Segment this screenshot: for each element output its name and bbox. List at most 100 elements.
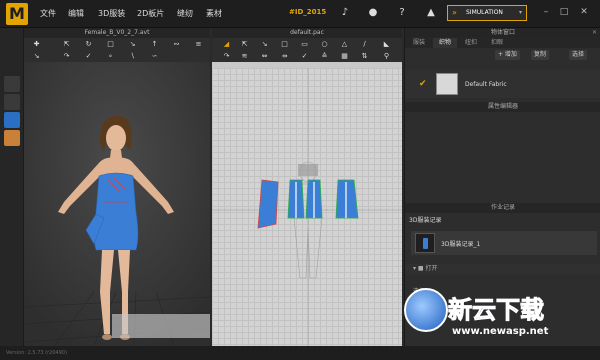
property-editor-header: 属性编辑器 [405, 102, 600, 112]
check-sew-icon[interactable]: ✓ [300, 52, 309, 60]
curve-point-icon[interactable]: ↘ [260, 40, 269, 48]
polygon-icon[interactable]: □ [280, 40, 289, 48]
select-icon[interactable]: ⇱ [62, 40, 71, 48]
2d-toolbar-row-2: ↷ ≋ ⇔ ⇸ ✓ ≙ ▦ ⇅ ⚲ [212, 50, 402, 62]
avatar-head [106, 125, 126, 151]
user-icon[interactable]: ● [366, 6, 380, 20]
pleat-icon[interactable]: ≙ [320, 52, 329, 60]
status-bar: Version: 2.5.73 (r20490) [0, 346, 600, 360]
history-header: 作业记录 [405, 203, 600, 213]
fold-icon[interactable]: ↘ [32, 52, 41, 60]
free-sew-icon[interactable]: ⇸ [280, 52, 289, 60]
transform-icon[interactable]: ◢ [222, 40, 231, 48]
3d-scene [24, 62, 210, 346]
fabric-toolbar: + 增加 复制 选择 [405, 48, 600, 62]
speaker-icon[interactable]: ♪ [338, 6, 352, 20]
shirt-icon[interactable]: ▲ [424, 6, 438, 20]
app-logo: M [6, 3, 28, 25]
history-item[interactable]: 3D服装记录_1 [411, 231, 597, 255]
dart-icon[interactable]: △ [340, 40, 349, 48]
fabric-list-item[interactable]: ✔ Default Fabric [405, 70, 600, 98]
tab-buttonhole[interactable]: 扣眼 [485, 38, 509, 48]
rectangle-icon[interactable]: ▭ [300, 40, 309, 48]
tack-icon[interactable]: ↑ [150, 40, 159, 48]
avatar-tool[interactable] [4, 76, 20, 92]
garment-tool[interactable] [4, 94, 20, 110]
checkmark-icon: ✔ [419, 79, 427, 89]
move-icon[interactable]: ✚ [32, 40, 41, 48]
tree-item-open[interactable]: 打开 [426, 265, 438, 272]
maximize-icon[interactable]: □ [558, 6, 570, 18]
circle-icon[interactable]: ○ [320, 40, 329, 48]
seam-icon[interactable]: ↷ [222, 52, 231, 60]
fabric-name: Default Fabric [465, 81, 507, 88]
menu-edit[interactable]: 编辑 [68, 8, 84, 19]
internal-line-icon[interactable]: ∕ [360, 40, 369, 48]
menu-3d-garment[interactable]: 3D服装 [98, 8, 125, 19]
2d-pattern-window[interactable]: default.pac ◢ ⇱ ↘ □ ▭ ○ △ ∕ ◣ ↷ ≋ ⇔ ⇸ ✓ … [212, 28, 402, 346]
tab-fabric[interactable]: 织物 [433, 38, 458, 48]
shape-icon[interactable]: ◣ [382, 40, 391, 48]
3d-viewport[interactable]: Female_B_V0_2_7.avt ✚ ⇱ ↻ □ ↘ ↑ ∾ ≡ ↘ ↷ … [24, 28, 210, 346]
history-title: 作业记录 [490, 204, 515, 211]
add-fabric-button[interactable]: + 增加 [495, 50, 520, 60]
menu-2d-pattern[interactable]: 2D板片 [137, 8, 164, 19]
edit-point-icon[interactable]: ⇱ [240, 40, 249, 48]
avatar-dress [93, 172, 139, 251]
folder-icon: ▾ ■ [413, 265, 424, 272]
menu-file[interactable]: 文件 [40, 8, 56, 19]
trim-icon[interactable]: ∽ [150, 52, 159, 60]
object-window-header: 物体窗口 ✕ [405, 28, 600, 37]
avatar-face-tool[interactable] [4, 130, 20, 146]
pattern-piece-1 [257, 179, 279, 229]
3d-viewport-title: Female_B_V0_2_7.avt [24, 28, 210, 38]
pin-icon[interactable]: ↘ [128, 40, 137, 48]
watermark-url: www.newasp.net [452, 326, 549, 337]
tab-button[interactable]: 纽扣 [459, 38, 483, 48]
simulation-button[interactable]: » SIMULATION ▾ [447, 5, 527, 21]
simulation-label: SIMULATION [466, 9, 503, 16]
arrange-icon[interactable]: ↷ [62, 52, 71, 60]
texture-icon[interactable]: ▦ [340, 52, 349, 60]
property-editor-title: 属性编辑器 [487, 103, 518, 110]
tab-garment[interactable]: 服装 [407, 38, 431, 48]
id-label: #ID_2015 [289, 8, 327, 16]
brush-icon[interactable]: ✓ [84, 52, 93, 60]
close-icon[interactable]: ✕ [578, 6, 590, 18]
pattern-grid[interactable] [212, 68, 402, 346]
fabric-tool[interactable] [4, 112, 20, 128]
history-subtitle: 3D服装记录 [409, 217, 442, 224]
3d-toolbar-row-2: ↘ ↷ ✓ ∘ ∖ ∽ [24, 50, 210, 62]
rotate-icon[interactable]: ↻ [84, 40, 93, 48]
measure-icon[interactable]: ≡ [194, 40, 203, 48]
fabric-swatch [436, 73, 458, 95]
grain-icon[interactable]: ⇅ [360, 52, 369, 60]
line-icon[interactable]: ∖ [128, 52, 137, 60]
2d-toolbar-row-1: ◢ ⇱ ↘ □ ▭ ○ △ ∕ ◣ [212, 38, 402, 50]
select-fabric-button[interactable]: 选择 [569, 50, 588, 60]
history-item-label: 3D服装记录_1 [441, 241, 481, 248]
history-thumbnail [415, 233, 435, 253]
copy-fabric-button[interactable]: 复制 [531, 50, 550, 60]
dropdown-icon: ▾ [518, 9, 522, 16]
box-icon[interactable]: □ [106, 40, 115, 48]
watermark: 新云下载 www.newasp.net [404, 282, 600, 346]
menu-material[interactable]: 素材 [206, 8, 222, 19]
menu-sewing[interactable]: 缝纫 [177, 8, 193, 19]
minimize-icon[interactable]: – [540, 6, 552, 18]
pattern-piece-4 [335, 179, 359, 219]
help-icon[interactable]: ? [395, 6, 409, 20]
history-tree-header: ▾ ■ 打开 [405, 264, 600, 274]
point-icon[interactable]: ∘ [106, 52, 115, 60]
version-text: Version: 2.5.73 (r20490) [6, 350, 68, 356]
close-panel-icon[interactable]: ✕ [592, 28, 597, 37]
segment-sew-icon[interactable]: ⇔ [260, 52, 269, 60]
pattern-canvas [212, 68, 402, 346]
watermark-logo-icon [404, 288, 448, 332]
zoom-icon[interactable]: ⚲ [382, 52, 391, 60]
sew-icon[interactable]: ∾ [172, 40, 181, 48]
watermark-text: 新云下载 [448, 296, 545, 325]
object-window-title: 物体窗口 [490, 29, 515, 36]
trace-icon[interactable]: ≋ [240, 52, 249, 60]
menu-bar: M 文件 编辑 3D服装 2D板片 缝纫 素材 #ID_2015 ♪ ● ? ▲… [0, 0, 600, 28]
